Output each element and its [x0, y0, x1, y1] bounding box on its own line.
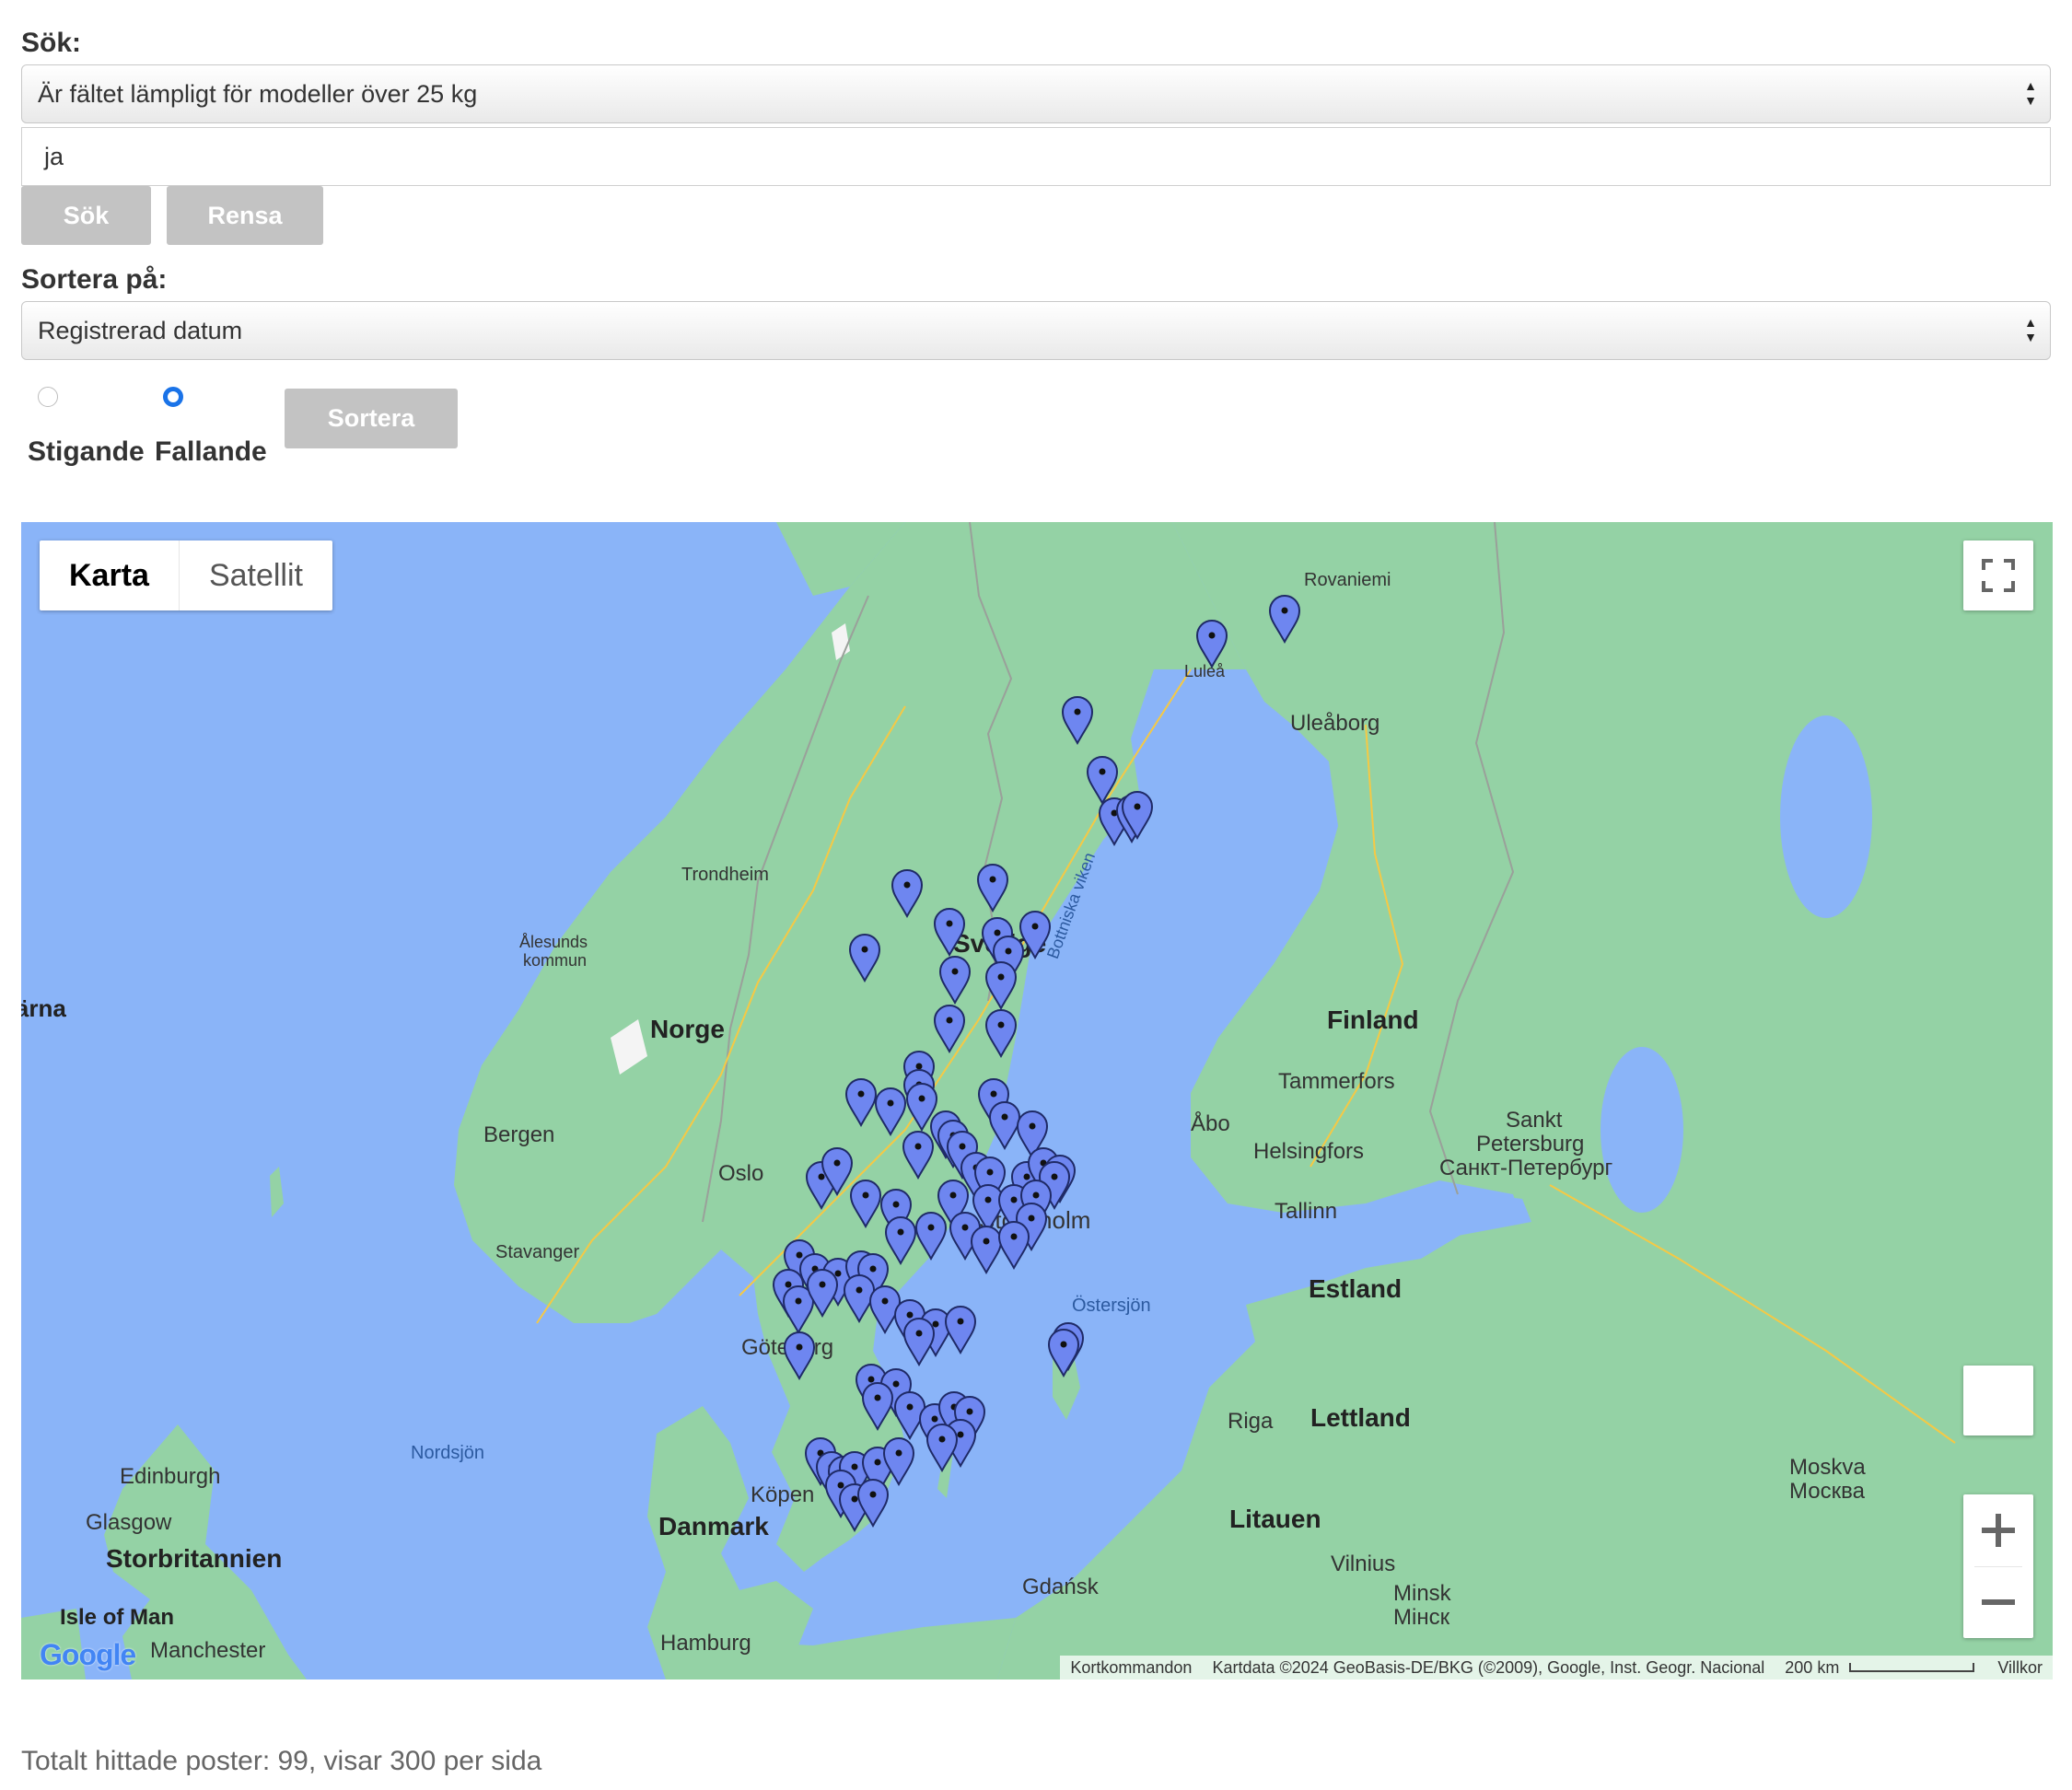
keyboard-shortcuts-link[interactable]: Kortkommandon [1060, 1658, 1202, 1678]
select-arrows-icon: ▲ ▼ [2024, 78, 2037, 108]
search-field-select[interactable]: Är fältet lämpligt för modeller över 25 … [21, 64, 2051, 123]
sort-field-select[interactable]: Registrerad datum ▲ ▼ [21, 301, 2051, 360]
minus-icon [1982, 1599, 2015, 1605]
ascending-radio[interactable] [38, 387, 58, 407]
map-type-map-button[interactable]: Karta [40, 540, 179, 610]
marker-group-south[interactable] [805, 1364, 985, 1531]
search-button[interactable]: Sök [21, 186, 151, 245]
ascending-label: Stigande [28, 436, 145, 467]
marker-group-west[interactable] [773, 1239, 1084, 1379]
search-input[interactable]: ja [21, 127, 2051, 186]
zoom-out-button[interactable] [1963, 1566, 2033, 1638]
results-summary: Totalt hittade poster: 99, visar 300 per… [21, 1746, 542, 1776]
map-view[interactable]: Norge Finland Estland Lettland Litauen D… [21, 522, 2053, 1680]
search-input-value: ja [44, 143, 64, 170]
zoom-control [1963, 1494, 2033, 1638]
marker-group-mid[interactable] [806, 1051, 1076, 1273]
terms-link[interactable]: Villkor [1987, 1658, 2053, 1678]
scale-text[interactable]: 200 km [1775, 1658, 1849, 1678]
search-field-value: Är fältet lämpligt för modeller över 25 … [38, 80, 478, 108]
sort-field-value: Registrerad datum [38, 317, 243, 344]
map-data-text: Kartdata ©2024 GeoBasis-DE/BKG (©2009), … [1212, 1657, 1765, 1677]
google-logo: Google [40, 1638, 136, 1671]
scale-bar [1849, 1663, 1975, 1672]
map-attribution: Kortkommandon Kartdata ©2024 GeoBasis-DE… [1060, 1656, 2053, 1680]
marker-group-central[interactable] [849, 864, 1051, 1057]
plus-icon [1982, 1514, 2015, 1547]
clear-button[interactable]: Rensa [167, 186, 323, 245]
markers-layer [773, 595, 1300, 1531]
street-view-button[interactable] [1963, 1366, 2033, 1435]
search-label: Sök: [21, 28, 82, 58]
fullscreen-button[interactable] [1963, 540, 2033, 610]
marker-group-north[interactable] [1062, 595, 1300, 845]
sort-button[interactable]: Sortera [285, 389, 458, 448]
fullscreen-icon [1982, 559, 2015, 592]
map-type-satellite-button[interactable]: Satellit [178, 540, 332, 610]
sort-label: Sortera på: [21, 264, 168, 295]
zoom-in-button[interactable] [1963, 1494, 2033, 1566]
descending-radio[interactable] [163, 387, 183, 407]
map-type-control: Karta Satellit [40, 540, 332, 610]
descending-label: Fallande [155, 436, 267, 467]
select-arrows-icon: ▲ ▼ [2024, 315, 2037, 344]
